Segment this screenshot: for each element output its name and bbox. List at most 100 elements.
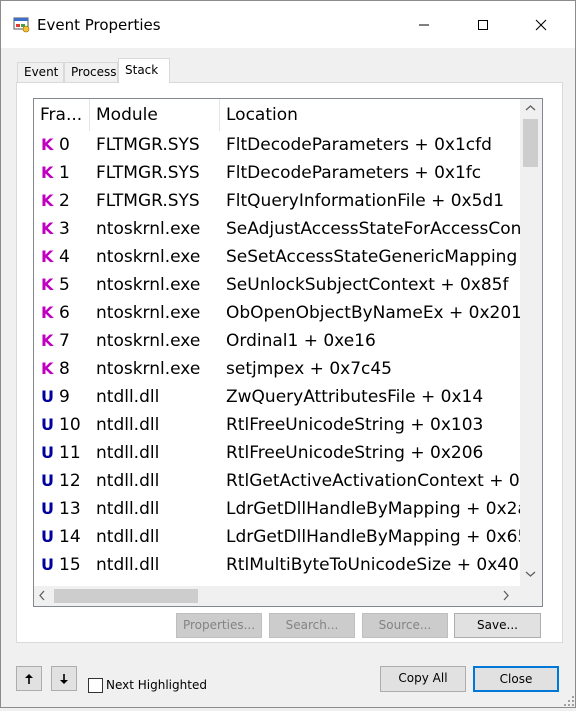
frame-number: 7 [59,331,70,351]
arrow-down-icon [60,673,68,684]
close-icon [535,19,547,30]
table-row[interactable]: U 9 ntdll.dll ZwQueryAttributesFile + 0x14 [34,383,520,411]
frame-cell: U 10 [41,411,90,439]
column-header-location[interactable]: Location [220,99,520,131]
scroll-left-arrow-icon[interactable] [38,590,46,605]
frame-cell: K3 [41,215,90,243]
table-row[interactable]: U 15 ntdll.dll RtlMultiByteToUnicodeSize + … [34,551,520,579]
frame-number: 4 [59,247,70,267]
frame-number: 2 [59,191,70,211]
kernel-frame-icon: K [41,135,54,154]
location-cell: RtlFreeUnicodeString + 0x206 [226,443,484,463]
frame-number: 13 [59,499,81,519]
scroll-down-arrow-icon[interactable] [525,567,536,582]
table-row[interactable]: U 14 ntdll.dll LdrGetDllHandleByMapping + 0… [34,523,520,551]
module-cell: ntdll.dll [96,387,160,407]
minimize-icon [419,24,429,25]
search-button[interactable]: Search... [269,613,355,638]
horizontal-scroll-thumb[interactable] [54,589,198,603]
frame-cell: K1 [41,159,90,187]
kernel-frame-icon: K [41,219,54,238]
frame-cell: U9 [41,383,90,411]
source-button[interactable]: Source... [362,613,448,638]
copy-all-button[interactable]: Copy All [380,666,466,692]
previous-event-button[interactable] [16,666,42,691]
location-cell: LdrGetDllHandleByMapping + 0x65 [226,527,520,547]
next-event-button[interactable] [51,666,77,691]
table-row[interactable]: K 0 FLTMGR.SYS FltDecodeParameters + 0x1cfd [34,131,520,159]
location-cell: SeUnlockSubjectContext + 0x85f [226,275,509,295]
table-row[interactable]: K 1 FLTMGR.SYS FltDecodeParameters + 0x1fc [34,159,520,187]
stack-list[interactable]: Fra... Module Location K 0 FLTMGR.SYS FltDe… [33,98,543,607]
user-frame-icon: U [41,387,54,406]
location-cell: RtlMultiByteToUnicodeSize + 0x406 [226,555,520,575]
table-row[interactable]: U 13 ntdll.dll LdrGetDllHandleByMapping + 0… [34,495,520,523]
scrollbar-corner [520,586,542,606]
frame-cell: U 12 [41,467,90,495]
frame-number: 3 [59,219,70,239]
module-cell: ntdll.dll [96,471,160,491]
frame-cell: U 14 [41,523,90,551]
vertical-scroll-thumb[interactable] [523,119,538,167]
save-button[interactable]: Save... [454,613,541,638]
frame-cell: K6 [41,299,90,327]
frame-number: 8 [59,359,70,379]
next-highlighted-label[interactable]: Next Highlighted [106,678,207,693]
user-frame-icon: U [41,499,54,518]
column-header-frame[interactable]: Fra... [34,99,90,131]
horizontal-scrollbar[interactable] [34,586,520,606]
module-cell: ntdll.dll [96,527,160,547]
kernel-frame-icon: K [41,303,54,322]
table-row[interactable]: K 4 ntoskrnl.exe SeSetAccessStateGenericMap… [34,243,520,271]
table-row[interactable]: K 7 ntoskrnl.exe Ordinal1 + 0xe16 [34,327,520,355]
frame-number: 14 [59,527,81,547]
frame-number: 5 [59,275,70,295]
stack-rows: K 0 FLTMGR.SYS FltDecodeParameters + 0x1cfd… [34,131,520,586]
table-row[interactable]: K 8 ntoskrnl.exe setjmpex + 0x7c45 [34,355,520,383]
location-cell: FltDecodeParameters + 0x1fc [226,163,482,183]
vertical-scrollbar[interactable] [520,99,542,586]
frame-number: 10 [59,415,81,435]
kernel-frame-icon: K [41,247,54,266]
table-row[interactable]: K 3 ntoskrnl.exe SeAdjustAccessStateForAcce… [34,215,520,243]
frame-cell: K8 [41,355,90,383]
scroll-right-arrow-icon[interactable] [502,590,510,605]
table-row[interactable]: U 11 ntdll.dll RtlFreeUnicodeString + 0x206 [34,439,520,467]
scroll-up-arrow-icon[interactable] [525,101,536,116]
maximize-button[interactable] [460,1,506,48]
close-button[interactable]: Close [473,666,559,692]
column-header-module[interactable]: Module [90,99,220,131]
table-row[interactable]: K 2 FLTMGR.SYS FltQueryInformationFile + 0x… [34,187,520,215]
tab-event[interactable]: Event [17,62,64,83]
frame-number: 6 [59,303,70,323]
frame-cell: K7 [41,327,90,355]
location-cell: ZwQueryAttributesFile + 0x14 [226,387,484,407]
user-frame-icon: U [41,443,54,462]
kernel-frame-icon: K [41,331,54,350]
stack-list-header: Fra... Module Location [34,99,520,131]
module-cell: ntoskrnl.exe [96,247,201,267]
location-cell: RtlFreeUnicodeString + 0x103 [226,415,484,435]
location-cell: FltQueryInformationFile + 0x5d1 [226,191,505,211]
table-row[interactable]: K 6 ntoskrnl.exe ObOpenObjectByNameEx + 0x2… [34,299,520,327]
next-highlighted-checkbox[interactable] [88,678,103,693]
table-row[interactable]: U 10 ntdll.dll RtlFreeUnicodeString + 0x103 [34,411,520,439]
properties-button[interactable]: Properties... [176,613,262,638]
location-cell: LdrGetDllHandleByMapping + 0x2a [226,499,520,519]
close-window-button[interactable] [518,1,564,48]
minimize-button[interactable] [401,1,447,48]
module-cell: ntoskrnl.exe [96,303,201,323]
kernel-frame-icon: K [41,275,54,294]
module-cell: FLTMGR.SYS [96,135,200,155]
location-cell: Ordinal1 + 0xe16 [226,331,376,351]
resize-grip-icon[interactable] [563,695,575,707]
table-row[interactable]: U 12 ntdll.dll RtlGetActiveActivationContex… [34,467,520,495]
module-cell: FLTMGR.SYS [96,163,200,183]
table-row[interactable]: K 5 ntoskrnl.exe SeUnlockSubjectContext + 0… [34,271,520,299]
frame-cell: U 15 [41,551,90,579]
frame-cell: U 11 [41,439,90,467]
tab-process[interactable]: Process [64,62,118,83]
module-cell: ntoskrnl.exe [96,275,201,295]
tab-stack[interactable]: Stack [118,58,170,83]
frame-cell: K4 [41,243,90,271]
